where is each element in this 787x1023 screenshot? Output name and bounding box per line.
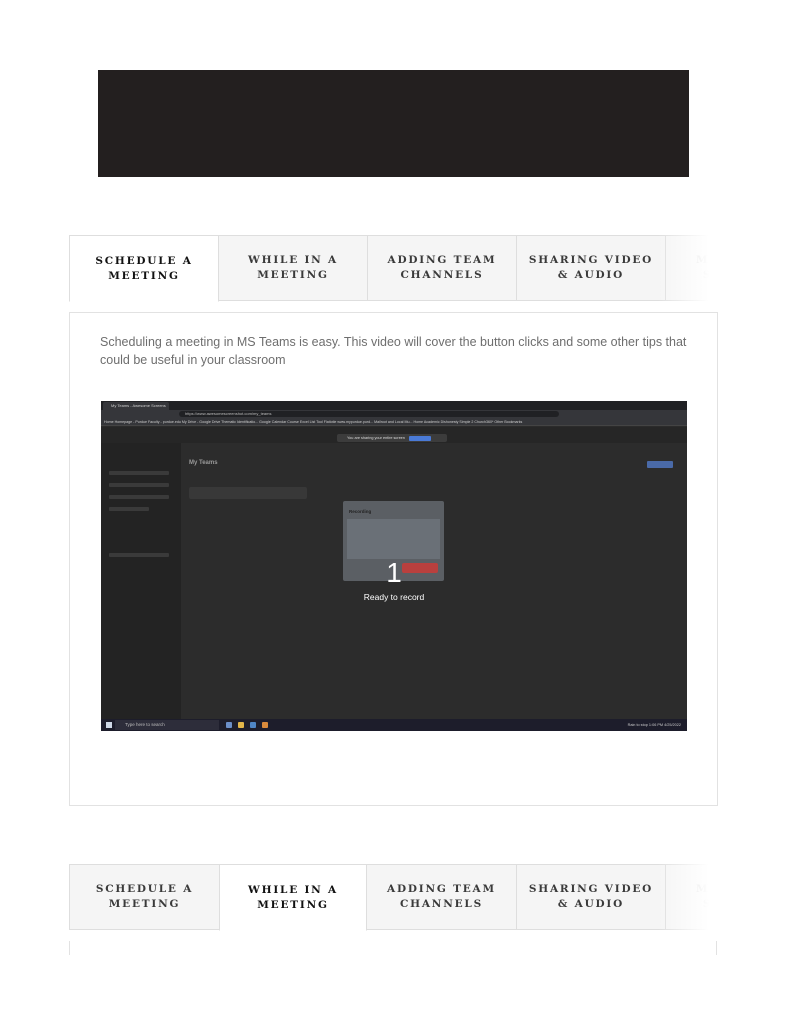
countdown-number: 1: [386, 557, 402, 588]
tab-label: SCHEDULE A MEETING: [95, 883, 194, 910]
system-tray: Rain to stop 1:06 PM 4/25/2022: [627, 723, 681, 727]
my-teams-heading: My Teams: [189, 460, 218, 466]
sidebar-item: [109, 507, 149, 511]
recording-preview: [347, 519, 440, 559]
app-icon: [250, 722, 256, 728]
stop-sharing-button: [409, 435, 431, 441]
tab-label: ME S: [696, 883, 718, 910]
tab-adding-team-channels[interactable]: ADDING TEAM CHANNELS: [366, 864, 517, 930]
browser-tab: My Teams - Awesome Screens: [103, 402, 169, 410]
tab-partial[interactable]: ME S: [665, 235, 718, 301]
panel-description: Scheduling a meeting in MS Teams is easy…: [100, 335, 687, 367]
share-text: You are sharing your entire screen: [347, 436, 405, 440]
tab-while-in-a-meeting[interactable]: WHILE IN A MEETING: [218, 235, 368, 301]
windows-start-icon: [106, 722, 112, 728]
panel-border-left: [69, 941, 70, 955]
tab-sharing-video-audio[interactable]: SHARING VIDEO & AUDIO: [516, 864, 666, 930]
file-explorer-icon: [238, 722, 244, 728]
tab-content-panel: Scheduling a meeting in MS Teams is easy…: [69, 312, 718, 806]
tab-label: SCHEDULE A MEETING: [95, 254, 193, 282]
tab-strip-1: SCHEDULE A MEETING WHILE IN A MEETING AD…: [69, 235, 718, 302]
sidebar-item: [109, 483, 169, 487]
tab-label: ADDING TEAM CHANNELS: [387, 254, 497, 281]
tab-label: WHILE IN A MEETING: [248, 254, 338, 281]
screen-share-banner: You are sharing your entire screen: [337, 434, 447, 442]
new-team-button: [647, 461, 673, 468]
tab-label: ADDING TEAM CHANNELS: [387, 883, 496, 910]
ready-to-record-text: Ready to record: [363, 592, 425, 602]
tab-label: SHARING VIDEO & AUDIO: [528, 883, 654, 910]
tab-label: SHARING VIDEO & AUDIO: [528, 254, 654, 281]
tab-adding-team-channels[interactable]: ADDING TEAM CHANNELS: [367, 235, 517, 301]
task-view-icon: [226, 722, 232, 728]
tab-while-in-a-meeting[interactable]: WHILE IN A MEETING: [219, 864, 367, 931]
recording-title: Recording: [349, 509, 372, 514]
tab-schedule-a-meeting[interactable]: SCHEDULE A MEETING: [69, 864, 220, 930]
tab-strip-2: SCHEDULE A MEETING WHILE IN A MEETING AD…: [69, 864, 718, 931]
video-screenshot[interactable]: My Teams - Awesome Screens https://www.a…: [101, 401, 687, 731]
tab-sharing-video-audio[interactable]: SHARING VIDEO & AUDIO: [516, 235, 666, 301]
tab-schedule-a-meeting[interactable]: SCHEDULE A MEETING: [69, 235, 219, 302]
panel-border-right: [716, 941, 717, 955]
browser-tabbar: [101, 401, 687, 410]
tab-label: WHILE IN A MEETING: [248, 883, 338, 911]
sidebar-item: [109, 495, 169, 499]
tab-label: ME S: [696, 254, 718, 281]
tab-partial[interactable]: ME S: [665, 864, 718, 930]
team-card: [189, 487, 307, 499]
sidebar-item: [109, 553, 169, 557]
taskbar-search: Type here to search: [115, 720, 219, 730]
bookmarks-bar: Home Homepage - Purdue Faculty - purdue.…: [101, 418, 687, 426]
address-bar: https://www.awesomescreenshot.com/my_tea…: [179, 411, 559, 417]
chrome-icon: [262, 722, 268, 728]
hero-banner: [98, 70, 689, 177]
sidebar-item: [109, 471, 169, 475]
windows-taskbar: Type here to search Rain to stop 1:06 PM…: [101, 719, 687, 731]
